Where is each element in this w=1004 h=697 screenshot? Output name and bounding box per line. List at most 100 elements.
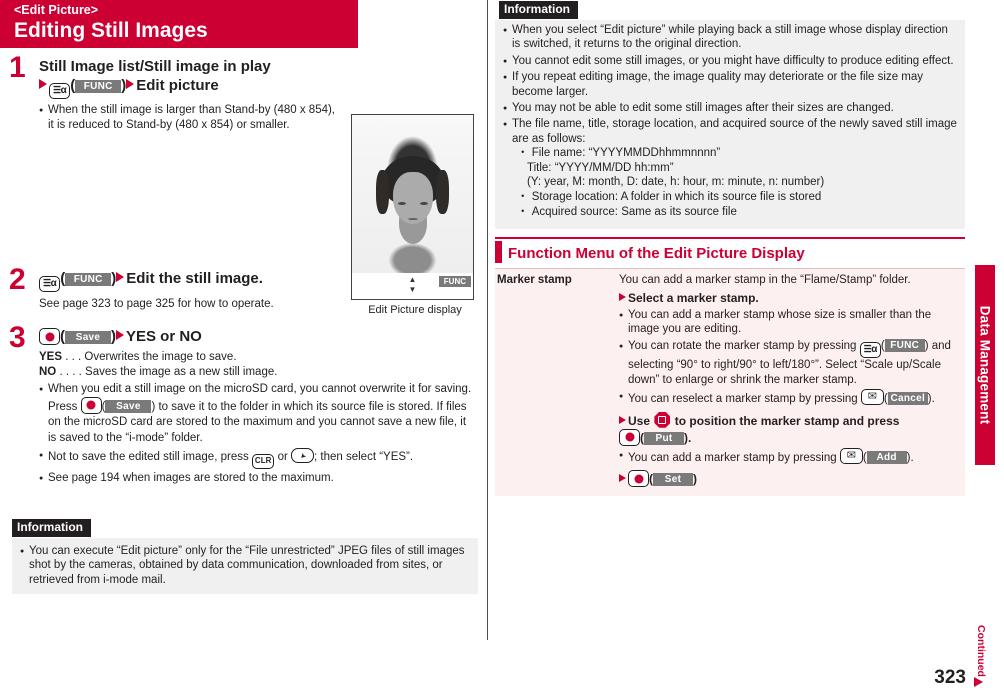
- center-key-icon-3: [619, 428, 640, 446]
- arrow-icon-6: [619, 415, 626, 424]
- sub-item-3: (Y: year, M: month, D: date, h: hour, m:…: [527, 176, 825, 189]
- information-right-item-1: When you select “Edit picture” while pla…: [503, 23, 957, 52]
- side-tab-stub: [975, 437, 995, 461]
- softkey-add-label: Add: [866, 450, 907, 464]
- navigation-key-icon: [654, 411, 671, 428]
- end-key-icon: [291, 448, 315, 464]
- sub-item-1: File name: “YYYYMMDDhhmmnnnn”: [531, 147, 721, 160]
- manual-page: <Edit Picture> Editing Still Images ▲ ▼ F…: [0, 0, 1004, 697]
- mail-key-icon-2: [839, 447, 863, 464]
- fn-row-key: Marker stamp: [495, 268, 613, 497]
- information-right-sublist: ・ File name: “YYYYMMDDhhmmnnnn” Title: “…: [503, 146, 957, 219]
- step-1-head-line2: ☰α(FUNC) Edit picture: [39, 77, 342, 99]
- fn-note-3: You can reselect a marker stamp by press…: [619, 389, 959, 407]
- portrait-photo: [352, 115, 473, 273]
- step-3-heading: (Save) YES or NO: [39, 328, 477, 346]
- def-yes-text: Overwrites the image to save.: [84, 351, 237, 363]
- clr-or: or: [277, 451, 288, 464]
- step-1: 1 Still Image list/Still image in play ☰…: [9, 53, 342, 132]
- step-3-note-2: Not to save the edited still image, pres…: [39, 448, 477, 470]
- sub-bullet-4: ・: [517, 191, 529, 204]
- center-key-icon-2: [80, 396, 102, 414]
- def-no-term: NO: [39, 366, 57, 378]
- step-2-head-tail: Edit the still image.: [126, 270, 263, 287]
- softkey-func-label: FUNC: [75, 80, 122, 93]
- section-accent-bar: [495, 241, 502, 264]
- column-divider: [487, 0, 488, 640]
- sub-item-1-row: ・ File name: “YYYYMMDDhhmmnnnn”: [517, 146, 957, 161]
- face-features: [396, 200, 430, 228]
- information-left-title: Information: [12, 519, 91, 537]
- step-2: 2 ☰α(FUNC) Edit the still image. See page…: [9, 265, 472, 312]
- step-2-body: See page 323 to page 325 for how to oper…: [39, 298, 274, 310]
- sub-item-2: Title: “YYYY/MM/DD hh:mm”: [527, 161, 674, 174]
- continued-marker: Continued: [970, 625, 992, 687]
- step-3-def-no: NO . . . . Saves the image as a new stil…: [39, 365, 477, 380]
- step-1-note-1: When the still image is larger than Stan…: [39, 103, 342, 132]
- imode-key-icon: ☰α: [49, 83, 71, 99]
- arrow-icon: [39, 79, 47, 89]
- hair-left: [376, 170, 389, 215]
- function-menu-table: Marker stamp You can add a marker stamp …: [495, 268, 965, 497]
- page-number: 323: [934, 667, 966, 688]
- softkey-func-label-3: FUNC: [884, 339, 925, 352]
- information-right-box: When you select “Edit picture” while pla…: [495, 20, 965, 230]
- step-3-note-3: See page 194 when images are stored to t…: [39, 471, 477, 486]
- page-title: Editing Still Images: [14, 19, 208, 42]
- fn-note-3-text: You can reselect a marker stamp by press…: [628, 393, 858, 406]
- step-3-note-2-text: Not to save the edited still image, pres…: [48, 451, 249, 464]
- step-3-note-1: When you edit a still image on the micro…: [39, 382, 477, 397]
- softkey-set-label: Set: [653, 473, 693, 487]
- side-tab-data-management: Data Management: [975, 265, 995, 465]
- press-label: Press: [48, 400, 78, 413]
- table-row: Marker stamp You can add a marker stamp …: [495, 268, 965, 497]
- page-header: <Edit Picture> Editing Still Images: [0, 0, 358, 48]
- left-column: ▲ ▼ FUNC Edit Picture display 1 Still Ima…: [0, 48, 487, 697]
- softkey-save-label: Save: [65, 331, 111, 344]
- fn-action-1-text: Select a marker stamp.: [628, 290, 759, 305]
- fn-note-4-text: You can add a marker stamp by pressing: [628, 451, 837, 464]
- step-3-number: 3: [9, 321, 26, 354]
- arrow-icon-3: [116, 272, 125, 282]
- right-column: Information When you select “Edit pictur…: [495, 0, 965, 697]
- fn-action-2-mid: to position the marker stamp and press: [674, 413, 900, 428]
- center-key-icon-4: [628, 470, 649, 488]
- center-key-icon: [39, 328, 60, 345]
- softkey-cancel-label: Cancel: [887, 392, 928, 406]
- softkey-put-label: Put: [644, 431, 684, 445]
- arrow-icon-5: [619, 292, 626, 301]
- sub-item-5: Acquired source: Same as its source file: [531, 205, 737, 218]
- imode-key-icon-3: ☰α: [859, 342, 881, 358]
- section-title: Function Menu of the Edit Picture Displa…: [508, 245, 805, 263]
- eye-left-icon: [397, 201, 406, 205]
- fn-note-2: You can rotate the marker stamp by press…: [619, 339, 959, 387]
- softkey-func-label-2: FUNC: [65, 273, 112, 286]
- information-right-item-5: The file name, title, storage location, …: [503, 117, 957, 146]
- def-yes-term: YES: [39, 351, 63, 363]
- hair-right: [436, 170, 449, 215]
- continued-label: Continued: [975, 625, 987, 677]
- def-no-text: Saves the image as a new still image.: [85, 366, 278, 378]
- arrow-icon-2: [126, 79, 135, 89]
- side-tab-label: Data Management: [977, 305, 993, 425]
- mail-key-icon: [860, 389, 884, 406]
- eye-right-icon: [419, 201, 428, 205]
- information-left-item-1: You can execute “Edit picture” only for …: [20, 544, 470, 587]
- sub-bullet-5: ・: [517, 205, 529, 218]
- step-1-heading: Still Image list/Still image in play ☰α(…: [39, 58, 342, 99]
- mouth-icon: [407, 217, 418, 220]
- information-right-item-3: If you repeat editing image, the image q…: [503, 70, 957, 99]
- information-right-item-4: You may not be able to edit some still i…: [503, 101, 957, 116]
- arrow-icon-4: [116, 330, 124, 340]
- information-left-block: Information You can execute “Edit pictur…: [12, 518, 478, 595]
- step-3-head-tail: YES or NO: [126, 328, 202, 345]
- sub-item-5-row: ・ Acquired source: Same as its source fi…: [517, 205, 957, 220]
- function-menu-section: Function Menu of the Edit Picture Displa…: [495, 237, 965, 268]
- sub-item-4: Storage location: A folder in which its …: [531, 191, 822, 204]
- arrow-icon-7: [619, 474, 626, 483]
- fn-row-value: You can add a marker stamp in the “Flame…: [613, 268, 965, 497]
- section-heading-inner: Function Menu of the Edit Picture Displa…: [495, 239, 965, 268]
- sub-item-4-row: ・ Storage location: A folder in which it…: [517, 190, 957, 205]
- fn-action-2: Use to position the marker stamp and pre…: [619, 411, 959, 446]
- fn-intro: You can add a marker stamp in the “Flame…: [619, 274, 911, 287]
